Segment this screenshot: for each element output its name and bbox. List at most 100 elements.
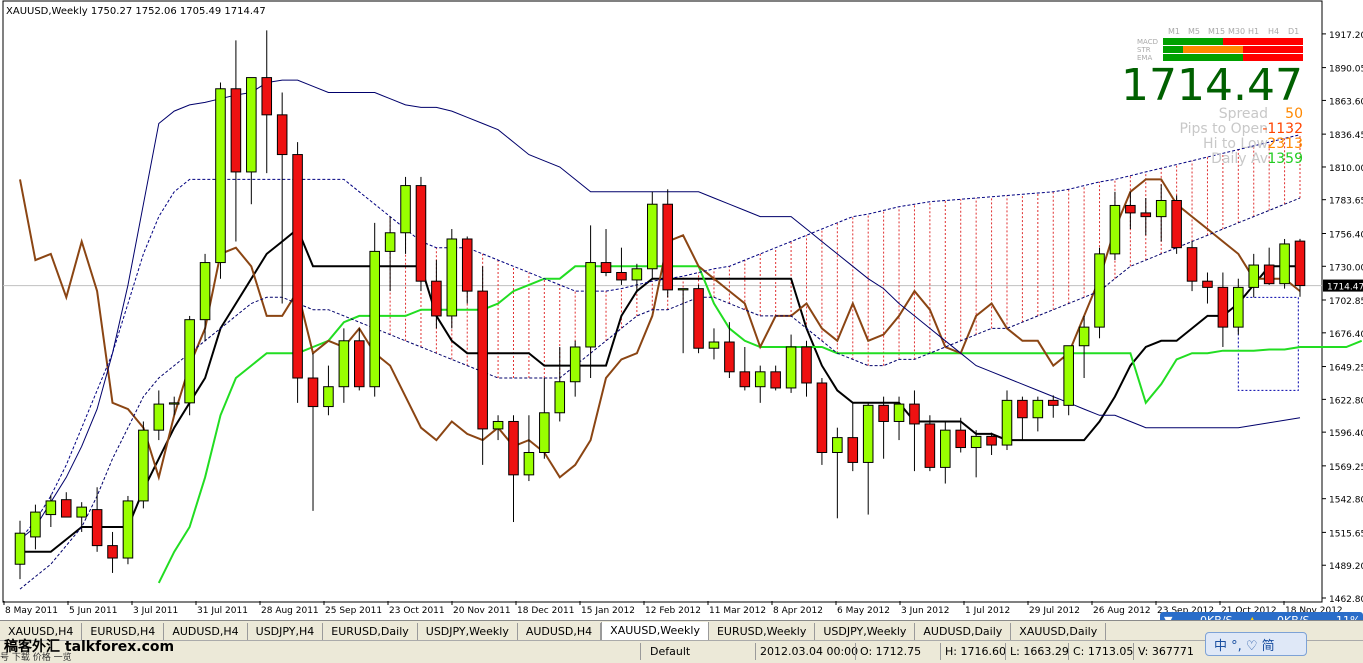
indicator-cell (1163, 38, 1183, 45)
y-tick-label: 1515.65 (1329, 529, 1363, 539)
timeframe-label: M1 (1168, 27, 1180, 36)
candle-bull (1063, 345, 1074, 406)
candle-bull (1233, 286, 1244, 328)
timeframe-label: H1 (1248, 27, 1259, 36)
candle-bull (153, 403, 165, 431)
chart-tab[interactable]: XAUUSD,Weekly (601, 622, 709, 640)
candle-bear (1047, 399, 1059, 406)
indicator-line (19, 178, 1301, 482)
y-tick-label: 1730.00 (1329, 263, 1363, 273)
watermark-subtext: 号 下载 价格 一览 (0, 653, 72, 663)
status-close: C: 1713.05 (1073, 645, 1134, 658)
chart-tab[interactable]: EURUSD,Weekly (708, 623, 816, 640)
status-datetime: 2012.03.04 00:00 (760, 645, 859, 658)
y-tick-label: 1890.05 (1329, 65, 1363, 75)
candle-bull (677, 288, 689, 291)
projection-box (1237, 296, 1299, 391)
stat-label: Spread (1219, 106, 1268, 122)
y-tick-label: 1622.80 (1329, 396, 1363, 406)
candle-bull (400, 185, 411, 234)
chart-tab[interactable]: USDJPY,Weekly (417, 623, 518, 640)
candle-bull (1279, 243, 1290, 285)
stat-value: 1359 (1267, 151, 1303, 167)
chart-tab[interactable]: USDJPY,Weekly (815, 623, 916, 640)
candle-bear (1017, 399, 1028, 419)
status-volume: V: 367771 (1138, 645, 1194, 658)
candle-bear (1186, 247, 1198, 282)
candle-bull (970, 435, 982, 449)
y-tick-label: 1810.00 (1329, 164, 1363, 174)
candle-bear (353, 340, 365, 388)
chart-header: XAUUSD,Weekly 1750.27 1752.06 1705.49 17… (6, 6, 266, 17)
y-tick-label: 1836.45 (1329, 131, 1363, 141)
chart-tab[interactable]: USDJPY,H4 (247, 623, 324, 640)
candle-bull (893, 403, 905, 422)
y-tick-label: 1676.40 (1329, 330, 1363, 340)
y-tick-label: 1702.85 (1329, 297, 1363, 307)
chart-tab[interactable]: AUDUSD,H4 (164, 623, 248, 640)
candle-bull (369, 250, 380, 388)
y-tick-label: 1649.25 (1329, 364, 1363, 374)
candle-bull (1094, 253, 1105, 328)
candle-bear (847, 437, 859, 463)
indicator-line (19, 79, 1301, 540)
x-tick-label: 29 Jul 2012 (1029, 606, 1080, 616)
candle-bear (739, 371, 751, 388)
timeframe-label: M30 (1228, 27, 1245, 36)
x-tick-label: 15 Jan 2012 (581, 606, 635, 616)
indicator-cell (1163, 46, 1183, 53)
candle-bear (1263, 264, 1275, 285)
candle-bear (1125, 204, 1136, 214)
candle-bull (184, 319, 195, 404)
x-tick-label: 12 Feb 2012 (645, 606, 701, 616)
x-tick-label: 8 May 2011 (5, 606, 58, 616)
y-tick-label: 1462.80 (1329, 595, 1363, 605)
chart-tab[interactable]: AUDUSD,Daily (915, 623, 1012, 640)
candle-bear (107, 545, 118, 559)
chart-tab[interactable]: XAUUSD,Daily (1011, 623, 1107, 640)
candle-bear (461, 238, 473, 292)
indicator-cell (1243, 38, 1263, 45)
candle-bull (30, 511, 41, 538)
candle-bull (569, 346, 581, 383)
y-tick-label: 1863.60 (1329, 97, 1363, 107)
candle-bull (76, 506, 87, 518)
status-high: H: 1716.60 (945, 645, 1006, 658)
ime-toolbar[interactable]: 中 °, ♡ 简 (1205, 632, 1307, 656)
candle-bear (1171, 199, 1182, 249)
candle-bull (1248, 264, 1260, 288)
candle-bull (384, 232, 396, 252)
candle-bear (924, 423, 936, 468)
candle-bull (1078, 326, 1090, 347)
timeframe-label: D1 (1288, 27, 1299, 36)
price-chart[interactable]: XAUUSD,Weekly 1750.27 1752.06 1705.49 17… (0, 0, 1363, 620)
candle-bull (754, 371, 766, 388)
chart-tab[interactable]: AUDUSD,H4 (517, 623, 602, 640)
chart-canvas[interactable]: XAUUSD,Weekly 1750.27 1752.06 1705.49 17… (0, 0, 1363, 620)
indicator-line (19, 197, 1301, 590)
indicator-cell (1203, 46, 1223, 53)
candle-bear (261, 77, 273, 116)
y-tick-label: 1596.40 (1329, 429, 1363, 439)
candle-bull (323, 386, 334, 408)
y-tick-label: 1783.65 (1329, 197, 1363, 207)
candle-bull (168, 402, 180, 405)
candle-bull (1001, 399, 1013, 446)
chart-tab-bar: XAUUSD,H4 EURUSD,H4 AUDUSD,H4 USDJPY,H4 EURU… (0, 620, 1363, 640)
candle-bull (708, 341, 720, 349)
indicator-cell (1283, 38, 1303, 45)
candle-bear (307, 377, 319, 408)
candle-bear (1217, 286, 1229, 328)
candle-bear (724, 341, 735, 373)
candle-bear (1202, 280, 1213, 288)
candle-bear (616, 271, 627, 281)
candle-bear (1294, 240, 1306, 287)
candle-bull (14, 532, 26, 565)
candle-bear (91, 509, 103, 547)
x-tick-label: 26 Aug 2012 (1093, 606, 1151, 616)
candle-bull (554, 381, 566, 414)
x-tick-label: 6 May 2012 (837, 606, 890, 616)
candle-bull (45, 500, 57, 516)
chart-tab[interactable]: EURUSD,Daily (323, 623, 418, 640)
candle-bull (215, 88, 226, 264)
